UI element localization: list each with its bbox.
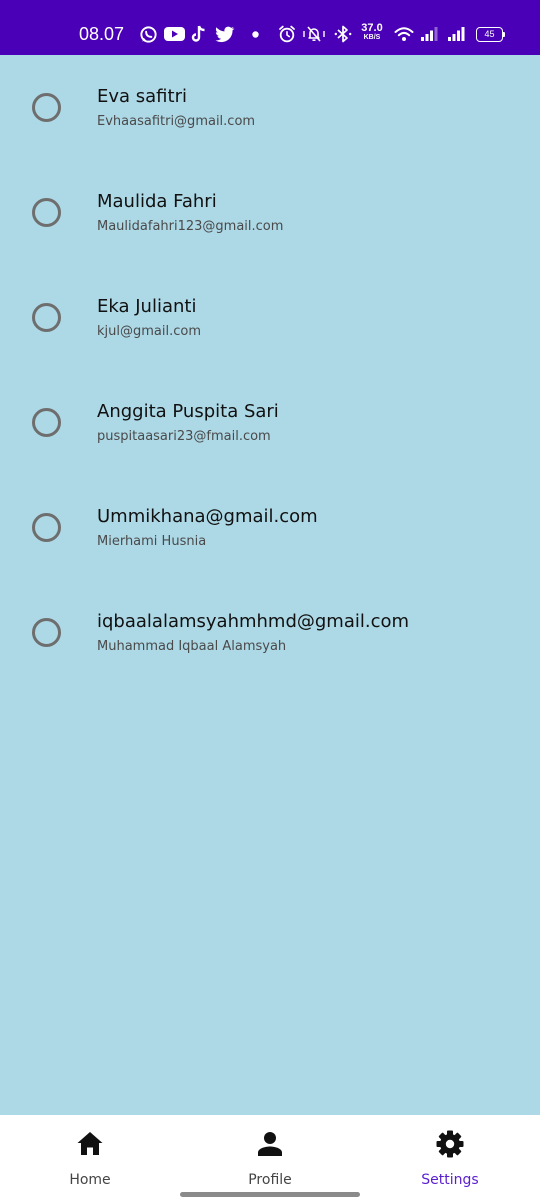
- battery-level: 45: [484, 29, 495, 39]
- contact-row[interactable]: Maulida Fahri Maulidafahri123@gmail.com: [0, 160, 540, 265]
- contact-primary-text: Eva safitri: [97, 86, 187, 107]
- tiktok-icon: [190, 22, 208, 46]
- contact-row[interactable]: Eka Julianti kjul@gmail.com: [0, 265, 540, 370]
- twitter-icon: [214, 22, 236, 46]
- nav-item-profile[interactable]: Profile: [180, 1115, 360, 1200]
- contact-secondary-text: kjul@gmail.com: [97, 324, 201, 339]
- mute-icon: [302, 22, 326, 46]
- bottom-navigation: Home Profile Settings: [0, 1115, 540, 1200]
- contact-primary-text: Eka Julianti: [97, 296, 197, 317]
- home-icon: [75, 1129, 105, 1159]
- network-speed-value: 37.0: [361, 22, 383, 34]
- contact-row[interactable]: Eva safitri Evhaasafitri@gmail.com: [0, 55, 540, 160]
- nav-item-home[interactable]: Home: [0, 1115, 180, 1200]
- home-indicator[interactable]: [180, 1192, 360, 1197]
- alarm-icon: [277, 22, 297, 46]
- person-icon: [255, 1129, 285, 1159]
- nav-label-settings: Settings: [421, 1172, 479, 1188]
- radio-button[interactable]: [32, 618, 61, 647]
- radio-button[interactable]: [32, 198, 61, 227]
- contact-row[interactable]: Ummikhana@gmail.com Mierhami Husnia: [0, 475, 540, 580]
- network-speed: 37.0 KB/S: [359, 22, 385, 42]
- contact-row[interactable]: iqbaalalamsyahmhmd@gmail.com Muhammad Iq…: [0, 580, 540, 685]
- nav-item-settings[interactable]: Settings: [360, 1115, 540, 1200]
- signal-icon: [446, 22, 466, 46]
- radio-button[interactable]: [32, 513, 61, 542]
- gear-icon: [435, 1129, 465, 1159]
- contact-primary-text: iqbaalalamsyahmhmd@gmail.com: [97, 611, 410, 632]
- radio-button[interactable]: [32, 303, 61, 332]
- contact-secondary-text: Mierhami Husnia: [97, 534, 207, 549]
- bluetooth-icon: [333, 22, 353, 46]
- status-bar: 08.07 37.0 KB/S 45: [0, 0, 540, 55]
- contact-secondary-text: Maulidafahri123@gmail.com: [97, 219, 284, 234]
- radio-button[interactable]: [32, 93, 61, 122]
- radio-button[interactable]: [32, 408, 61, 437]
- contact-secondary-text: puspitaasari23@fmail.com: [97, 429, 271, 444]
- nav-label-profile: Profile: [248, 1172, 292, 1188]
- contact-secondary-text: Evhaasafitri@gmail.com: [97, 114, 256, 129]
- network-speed-unit: KB/S: [363, 34, 381, 41]
- contact-primary-text: Ummikhana@gmail.com: [97, 506, 318, 527]
- contact-row[interactable]: Anggita Puspita Sari puspitaasari23@fmai…: [0, 370, 540, 475]
- signal-icon: [419, 22, 439, 46]
- dot-icon: [250, 22, 260, 46]
- youtube-icon: [163, 22, 185, 46]
- whatsapp-icon: [138, 22, 158, 46]
- contact-primary-text: Anggita Puspita Sari: [97, 401, 279, 422]
- status-time: 08.07: [79, 24, 125, 44]
- battery-icon: 45: [476, 27, 506, 42]
- nav-label-home: Home: [69, 1172, 111, 1188]
- contact-secondary-text: Muhammad Iqbaal Alamsyah: [97, 639, 287, 654]
- contact-primary-text: Maulida Fahri: [97, 191, 217, 212]
- wifi-icon: [393, 22, 415, 46]
